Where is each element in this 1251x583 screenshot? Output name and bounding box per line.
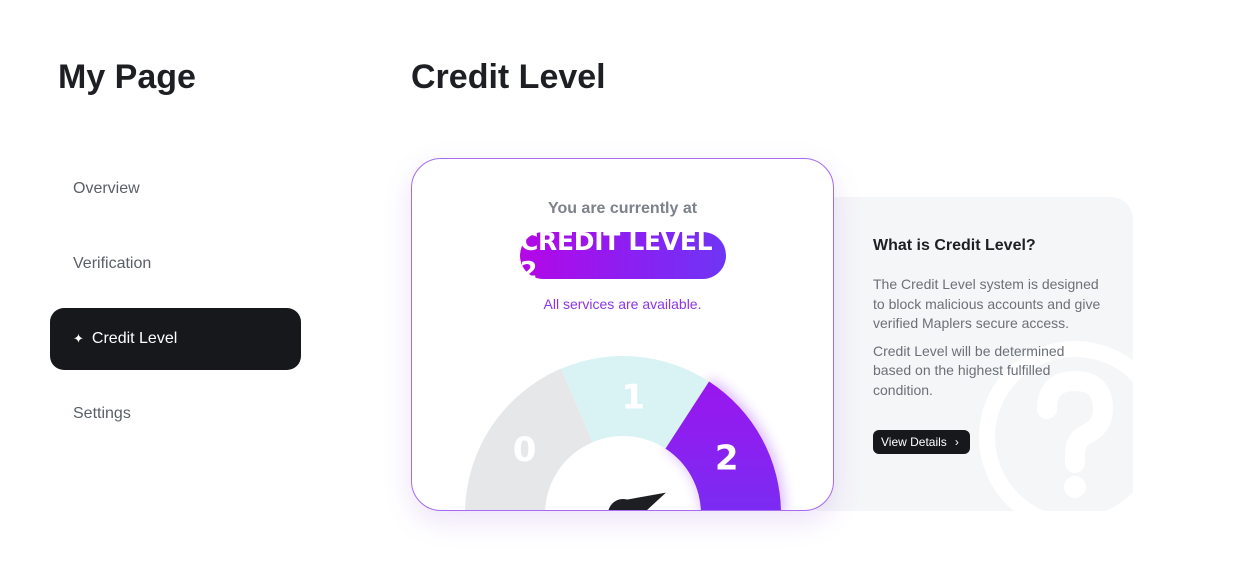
sparkle-icon: ✦ <box>73 331 84 346</box>
gauge-label-level-1: 1 <box>621 377 645 417</box>
sidebar-item-verification[interactable]: Verification <box>50 233 301 295</box>
page-heading: My Page <box>58 58 196 96</box>
sidebar-item-credit-level[interactable]: ✦ Credit Level <box>50 308 301 370</box>
info-content: What is Credit Level? The Credit Level s… <box>873 237 1103 454</box>
info-panel: What is Credit Level? The Credit Level s… <box>800 197 1133 511</box>
sidebar-nav: Overview Verification ✦ Credit Level Set… <box>50 158 301 458</box>
info-paragraph: Credit Level will be determined based on… <box>873 342 1065 398</box>
page: My Page Overview Verification ✦ Credit L… <box>0 0 1251 583</box>
sidebar-item-label: Overview <box>73 180 140 197</box>
view-details-label: View Details <box>881 435 947 449</box>
gauge-label-level-0: 0 <box>513 430 537 470</box>
view-details-button[interactable]: View Details › <box>873 430 970 454</box>
chevron-right-icon: › <box>954 435 959 449</box>
sidebar-item-label: Verification <box>73 255 152 272</box>
gauge-label-level-2: 2 <box>715 439 739 479</box>
sidebar-item-label: Credit Level <box>91 330 178 347</box>
sidebar-item-label: Settings <box>73 405 131 422</box>
page-title: Credit Level <box>411 58 606 96</box>
credit-gauge: 0 1 2 <box>465 355 785 510</box>
credit-level-card: You are currently at CREDIT LEVEL 2 All … <box>411 158 834 511</box>
sidebar-item-settings[interactable]: Settings <box>50 383 301 445</box>
info-title: What is Credit Level? <box>873 237 1036 254</box>
sidebar-item-overview[interactable]: Overview <box>50 158 301 220</box>
info-paragraph: The Credit Level system is designed to b… <box>873 276 1101 331</box>
